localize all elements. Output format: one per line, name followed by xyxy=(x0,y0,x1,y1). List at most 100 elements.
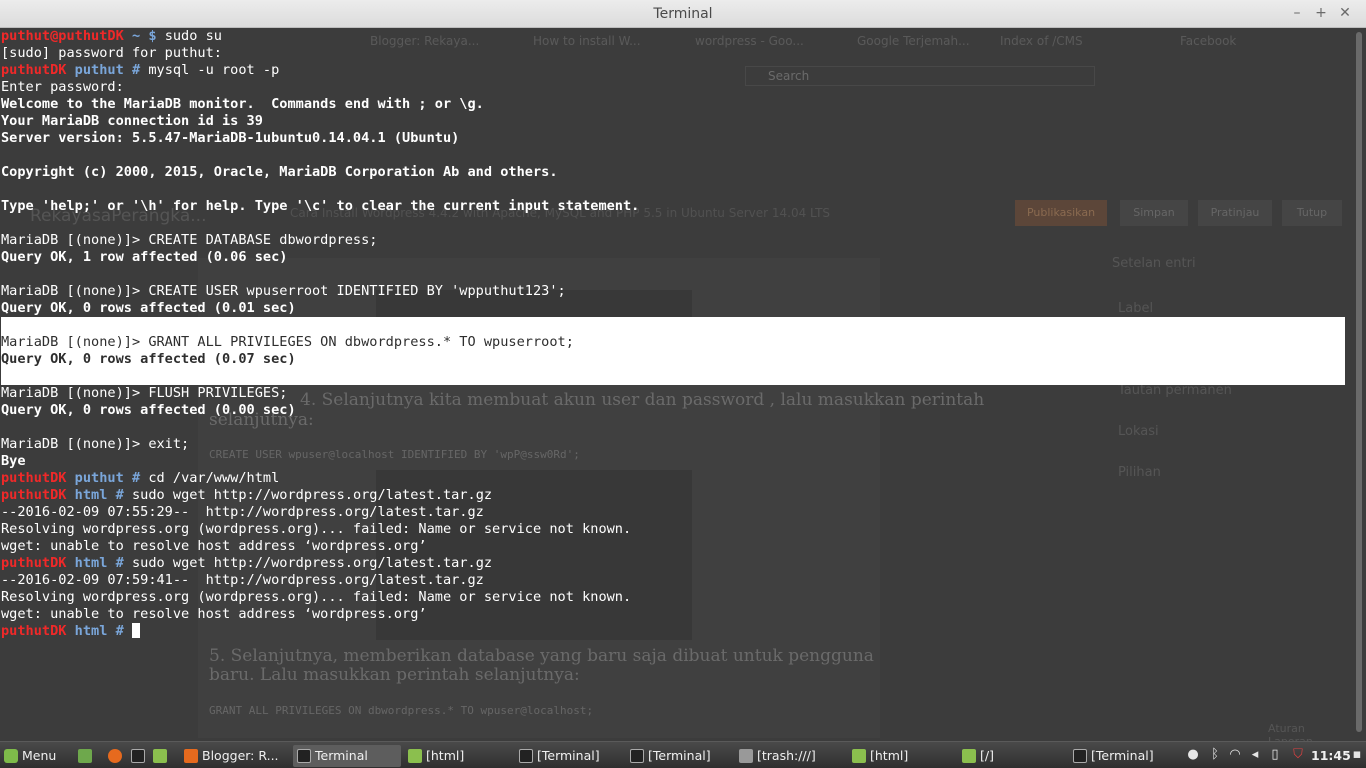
terminal-icon xyxy=(1073,749,1087,763)
terminal-text: Copyright (c) 2000, 2015, Oracle, MariaD… xyxy=(1,164,558,180)
terminal-cursor xyxy=(131,623,140,638)
terminal-line: wget: unable to resolve host address ‘wo… xyxy=(1,538,1345,555)
terminal-output: puthut@puthutDK ~ $ sudo su [sudo] passwo… xyxy=(1,28,1345,640)
user-icon[interactable]: ● xyxy=(1186,747,1200,763)
terminal-line: Query OK, 0 rows affected (0.01 sec) xyxy=(1,300,1345,317)
folder-icon xyxy=(852,749,866,763)
terminal-text: Query OK, 0 rows affected (0.07 sec) xyxy=(1,351,296,367)
terminal-line: Your MariaDB connection id is 39 xyxy=(1,113,1345,130)
terminal-text: mysql -u root -p xyxy=(148,62,280,78)
taskbar-window-label: [html] xyxy=(426,748,465,763)
taskbar-window-label: [Terminal] xyxy=(1091,748,1154,763)
terminal-icon xyxy=(519,749,533,763)
terminal-line: Resolving wordpress.org (wordpress.org).… xyxy=(1,589,1345,606)
battery-icon[interactable]: ▯ xyxy=(1268,747,1282,763)
prompt-path: ~ $ xyxy=(123,28,165,44)
folder-icon xyxy=(408,749,422,763)
terminal-line xyxy=(1,317,1345,334)
taskbar: Menu Blogger: R... Terminal [html] [Termina… xyxy=(0,741,1366,768)
prompt-host: puthutDK xyxy=(1,470,67,486)
firefox-launcher[interactable] xyxy=(108,745,126,767)
terminal-line: Server version: 5.5.47-MariaDB-1ubuntu0.… xyxy=(1,130,1345,147)
terminal-text: MariaDB [(none)]> CREATE USER wpuserroot… xyxy=(1,283,566,299)
terminal-line: puthut@puthutDK ~ $ sudo su xyxy=(1,28,1345,45)
wifi-icon[interactable]: ◠ xyxy=(1228,747,1242,763)
taskbar-window-label: [/] xyxy=(980,748,994,763)
terminal-line: [sudo] password for puthut: xyxy=(1,45,1345,62)
terminal-text: cd /var/www/html xyxy=(148,470,280,486)
terminal-line: --2016-02-09 07:55:29-- http://wordpress… xyxy=(1,504,1345,521)
taskbar-window-0[interactable]: Blogger: R... xyxy=(180,745,290,767)
taskbar-window-label: Blogger: R... xyxy=(202,748,279,763)
prompt-path: html # xyxy=(66,555,132,571)
clock[interactable]: 11:45 xyxy=(1311,745,1351,767)
terminal-launcher[interactable] xyxy=(131,745,149,767)
terminal-text: wget: unable to resolve host address ‘wo… xyxy=(1,538,427,554)
terminal-line: Copyright (c) 2000, 2015, Oracle, MariaD… xyxy=(1,164,1345,181)
taskbar-window-4[interactable]: [Terminal] xyxy=(626,745,732,767)
taskbar-window-2[interactable]: [html] xyxy=(404,745,512,767)
desktop-icon xyxy=(78,749,92,763)
bluetooth-icon[interactable]: ᛒ xyxy=(1208,747,1222,763)
trash-icon xyxy=(739,749,753,763)
terminal-line: puthutDK puthut # cd /var/www/html xyxy=(1,470,1345,487)
terminal-text: [sudo] password for puthut: xyxy=(1,45,222,61)
terminal-line: Query OK, 1 row affected (0.06 sec) xyxy=(1,249,1345,266)
terminal-line: Bye xyxy=(1,453,1345,470)
window-titlebar: Terminal – + ✕ xyxy=(0,0,1366,28)
menu-button[interactable]: Menu xyxy=(4,745,56,767)
terminal-text: Query OK, 1 row affected (0.06 sec) xyxy=(1,249,288,265)
terminal-text: MariaDB [(none)]> GRANT ALL PRIVILEGES O… xyxy=(1,334,574,350)
prompt-path: html # xyxy=(66,487,132,503)
maximize-icon[interactable]: + xyxy=(1312,4,1330,22)
terminal-line: puthutDK html # sudo wget http://wordpre… xyxy=(1,555,1345,572)
volume-icon[interactable]: ◂ xyxy=(1248,747,1262,763)
taskbar-window-label: [Terminal] xyxy=(648,748,711,763)
terminal-text: sudo wget http://wordpress.org/latest.ta… xyxy=(131,555,493,571)
terminal-line: Query OK, 0 rows affected (0.07 sec) xyxy=(1,351,1345,368)
post-code-line: GRANT ALL PRIVILEGES ON dbwordpress.* TO… xyxy=(209,704,594,717)
files-launcher[interactable] xyxy=(153,745,171,767)
folder-icon xyxy=(153,749,167,763)
terminal-window[interactable]: Blogger: Rekaya... How to install W... w… xyxy=(0,28,1352,741)
taskbar-window-label: [trash:///] xyxy=(757,748,816,763)
terminal-icon xyxy=(131,749,145,763)
close-icon[interactable]: ✕ xyxy=(1336,4,1354,22)
notification-icon[interactable]: ▪ xyxy=(1350,747,1364,763)
taskbar-window-1[interactable]: Terminal xyxy=(293,745,401,767)
taskbar-window-7[interactable]: [/] xyxy=(958,745,1066,767)
terminal-text: MariaDB [(none)]> FLUSH PRIVILEGES; xyxy=(1,385,288,401)
terminal-line: MariaDB [(none)]> FLUSH PRIVILEGES; xyxy=(1,385,1345,402)
folder-icon xyxy=(962,749,976,763)
window-title: Terminal xyxy=(653,6,713,22)
terminal-text: --2016-02-09 07:55:29-- http://wordpress… xyxy=(1,504,484,520)
shield-icon[interactable]: ⛉ xyxy=(1291,747,1305,763)
terminal-line: Enter password: xyxy=(1,79,1345,96)
prompt-host: puthut@puthutDK xyxy=(1,28,124,44)
terminal-line: puthutDK puthut # mysql -u root -p xyxy=(1,62,1345,79)
show-desktop-launcher[interactable] xyxy=(78,745,96,767)
post-body-line: baru. Lalu masukkan perintah selanjutnya… xyxy=(209,665,580,685)
terminal-text: Your MariaDB connection id is 39 xyxy=(1,113,263,129)
taskbar-window-3[interactable]: [Terminal] xyxy=(515,745,623,767)
minimize-icon[interactable]: – xyxy=(1288,4,1306,22)
mint-logo-icon xyxy=(4,749,18,763)
terminal-text: --2016-02-09 07:59:41-- http://wordpress… xyxy=(1,572,484,588)
terminal-line: MariaDB [(none)]> CREATE DATABASE dbword… xyxy=(1,232,1345,249)
taskbar-window-label: [Terminal] xyxy=(537,748,600,763)
taskbar-window-5[interactable]: [trash:///] xyxy=(735,745,845,767)
terminal-scrollbar[interactable] xyxy=(1352,28,1366,741)
terminal-line: puthutDK html # sudo wget http://wordpre… xyxy=(1,487,1345,504)
prompt-path: puthut # xyxy=(66,470,149,486)
taskbar-window-6[interactable]: [html] xyxy=(848,745,956,767)
taskbar-window-label: Terminal xyxy=(315,748,368,763)
terminal-line: Resolving wordpress.org (wordpress.org).… xyxy=(1,521,1345,538)
prompt-path: puthut # xyxy=(66,62,149,78)
terminal-line: wget: unable to resolve host address ‘wo… xyxy=(1,606,1345,623)
taskbar-window-8[interactable]: [Terminal] xyxy=(1069,745,1181,767)
scrollbar-thumb[interactable] xyxy=(1356,32,1362,732)
terminal-text: Query OK, 0 rows affected (0.01 sec) xyxy=(1,300,296,316)
prompt-path: html # xyxy=(66,623,132,639)
